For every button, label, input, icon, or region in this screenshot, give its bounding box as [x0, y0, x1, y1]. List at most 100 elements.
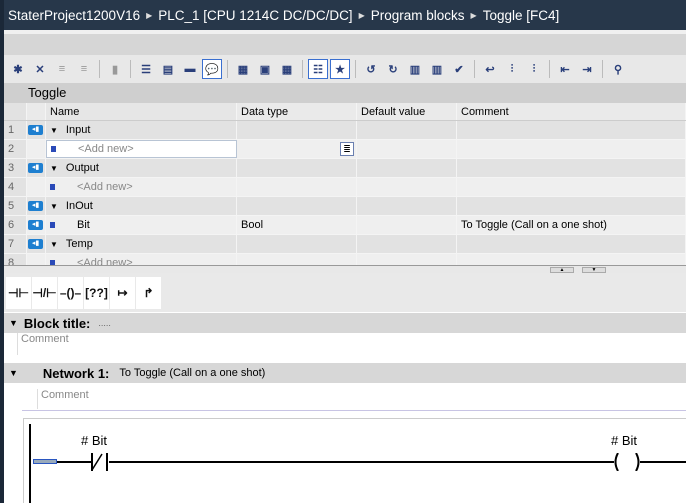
data-type-cell[interactable]	[237, 121, 357, 139]
close-branch-button[interactable]: ↱	[136, 277, 161, 309]
expand-icon[interactable]: ▼	[50, 126, 58, 135]
jump-prev-icon[interactable]: ↩	[480, 59, 500, 79]
go-error-prev-icon[interactable]: ↺	[361, 59, 381, 79]
find-icon[interactable]: ⚲	[608, 59, 628, 79]
comment-cell[interactable]	[457, 140, 686, 158]
go-last-icon[interactable]: ⇥	[577, 59, 597, 79]
variable-name[interactable]: <Add new>	[70, 143, 134, 155]
default-value-cell[interactable]	[357, 159, 457, 177]
expand-icon[interactable]: ▼	[50, 164, 58, 173]
table-row[interactable]: 6 ◂▮ Bit Bool To Toggle (Call on a one s…	[4, 216, 686, 235]
module-ref-icon[interactable]: ▥	[405, 59, 425, 79]
jump-down-icon[interactable]: ⫶	[524, 59, 544, 79]
default-value-cell[interactable]	[357, 121, 457, 139]
go-first-icon[interactable]: ⇤	[555, 59, 575, 79]
section-name[interactable]: Input	[66, 124, 90, 136]
default-value-cell[interactable]	[357, 140, 457, 158]
col-name[interactable]: Name	[46, 103, 237, 120]
interface-download-icon[interactable]: ▦	[233, 59, 253, 79]
delete-row-icon[interactable]: ✕	[30, 59, 50, 79]
coil-tag[interactable]: # Bit	[611, 433, 637, 448]
variable-name[interactable]: <Add new>	[69, 181, 133, 193]
add-row-disabled-icon[interactable]: ≡	[52, 59, 72, 79]
section-name[interactable]: Output	[66, 162, 99, 174]
contact-tag[interactable]: # Bit	[81, 433, 107, 448]
go-error-next-icon[interactable]: ↻	[383, 59, 403, 79]
absolute-ops-icon[interactable]: ☷	[308, 59, 328, 79]
jump-up-icon[interactable]: ⫶	[502, 59, 522, 79]
table-row[interactable]: 8 <Add new>	[4, 254, 686, 265]
name-cell[interactable]: ▼ InOut	[46, 197, 237, 215]
name-cell[interactable]: <Add new>	[46, 178, 237, 196]
breadcrumb-item[interactable]: StaterProject1200V16	[8, 8, 140, 23]
table-splitter[interactable]: ▲ ▼	[4, 265, 686, 273]
block-comment[interactable]: Comment	[17, 333, 567, 355]
table-row[interactable]: 2 <Add new> ≣	[4, 140, 686, 159]
comment-cell[interactable]	[457, 235, 686, 253]
no-contact-button[interactable]: ⊣⊢	[6, 277, 31, 309]
table-row[interactable]: 5 ◂▮ ▼ InOut	[4, 197, 686, 216]
data-type-list-icon[interactable]: ≣	[340, 142, 354, 156]
favorites-icon[interactable]: ★	[330, 59, 350, 79]
collapse-all-icon[interactable]: ☰	[136, 59, 156, 79]
default-value-cell[interactable]	[357, 235, 457, 253]
name-cell[interactable]: <Add new>	[46, 140, 237, 158]
comment-cell[interactable]	[457, 121, 686, 139]
comment-cell[interactable]	[457, 254, 686, 265]
network-comment[interactable]: Comment	[37, 389, 686, 409]
data-type-cell[interactable]	[237, 254, 357, 265]
coil[interactable]	[612, 453, 642, 471]
table-row[interactable]: 3 ◂▮ ▼ Output	[4, 159, 686, 178]
default-value-cell[interactable]	[357, 197, 457, 215]
breadcrumb-item[interactable]: PLC_1 [CPU 1214C DC/DC/DC]	[158, 8, 352, 23]
network-1-header[interactable]: ▼ Network 1: To Toggle (Call on a one sh…	[4, 363, 686, 383]
collapse-icon[interactable]: ▼	[9, 318, 18, 328]
name-cell[interactable]: ▼ Temp	[46, 235, 237, 253]
tag-download-icon[interactable]: ▦	[277, 59, 297, 79]
comment-view-icon[interactable]: 💬	[202, 59, 222, 79]
breadcrumb-item[interactable]: Toggle [FC4]	[483, 8, 560, 23]
rung-start[interactable]	[33, 459, 57, 464]
table-row[interactable]: 1 ◂▮ ▼ Input	[4, 121, 686, 140]
show-list-icon[interactable]: ▬	[180, 59, 200, 79]
comment-cell[interactable]	[457, 159, 686, 177]
nc-contact[interactable]	[90, 453, 110, 471]
open-branch-button[interactable]: ↦	[110, 277, 135, 309]
network-title[interactable]: To Toggle (Call on a one shot)	[119, 367, 265, 379]
remove-row-disabled-icon[interactable]: ≡	[74, 59, 94, 79]
data-type-cell[interactable]: ≣	[237, 140, 357, 158]
nc-contact-button[interactable]: ⊣/⊢	[32, 277, 57, 309]
col-data-type[interactable]: Data type	[237, 103, 357, 120]
table-row[interactable]: 4 <Add new>	[4, 178, 686, 197]
variable-name[interactable]: <Add new>	[69, 257, 133, 265]
name-cell[interactable]: Bit	[46, 216, 237, 234]
col-default-value[interactable]: Default value	[357, 103, 457, 120]
block-disabled-icon[interactable]: ▮	[105, 59, 125, 79]
monitor-download-icon[interactable]: ▣	[255, 59, 275, 79]
comment-cell[interactable]: To Toggle (Call on a one shot)	[457, 216, 686, 234]
default-value-cell[interactable]	[357, 216, 457, 234]
breadcrumb-item[interactable]: Program blocks	[371, 8, 465, 23]
block-title-header[interactable]: ▼ Block title: .....	[4, 313, 686, 333]
comment-cell[interactable]	[457, 178, 686, 196]
name-cell[interactable]: <Add new>	[46, 254, 237, 265]
module-ref-2-icon[interactable]: ▥	[427, 59, 447, 79]
split-view-icon[interactable]: ▤	[158, 59, 178, 79]
data-type-cell[interactable]	[237, 235, 357, 253]
insert-row-icon[interactable]: ✱	[8, 59, 28, 79]
name-cell[interactable]: ▼ Input	[46, 121, 237, 139]
section-name[interactable]: Temp	[66, 238, 93, 250]
name-cell[interactable]: ▼ Output	[46, 159, 237, 177]
col-comment[interactable]: Comment	[457, 103, 686, 120]
data-type-cell[interactable]	[237, 178, 357, 196]
data-type-cell[interactable]: Bool	[237, 216, 357, 234]
coil-button[interactable]: –()–	[58, 277, 83, 309]
default-value-cell[interactable]	[357, 178, 457, 196]
collapse-icon[interactable]: ▼	[9, 368, 18, 378]
section-name[interactable]: InOut	[66, 200, 93, 212]
block-title-value[interactable]: .....	[98, 318, 111, 328]
empty-box-button[interactable]: [??]	[84, 277, 109, 309]
expand-icon[interactable]: ▼	[50, 202, 58, 211]
variable-name[interactable]: Bit	[69, 219, 90, 231]
compile-check-icon[interactable]: ✔	[449, 59, 469, 79]
